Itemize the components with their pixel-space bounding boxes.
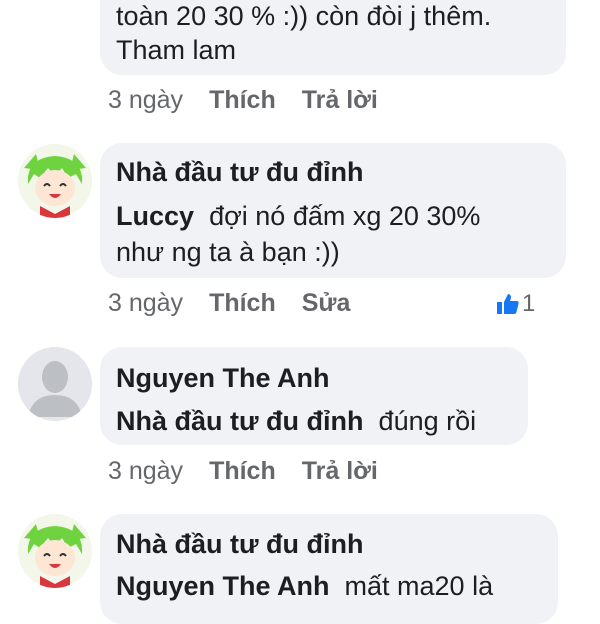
mention-tag[interactable]: Nguyen The Anh <box>116 571 330 601</box>
comment-text: Tham lam <box>116 35 237 65</box>
default-user-avatar <box>18 347 92 421</box>
anime-girl-green-hair-avatar <box>18 514 92 588</box>
comment-body: đợi nó đấm xg 20 30% <box>209 201 481 231</box>
comment-author[interactable]: Nhà đầu tư đu đỉnh <box>116 155 364 189</box>
comment-body: mất ma20 là <box>344 571 494 601</box>
comment-body: đúng rồi <box>378 406 477 436</box>
comment-meta: 3 ngày Thích Trả lời <box>108 85 378 115</box>
comment-text: như ng ta à bạn :)) <box>116 237 340 267</box>
like-count: 1 <box>522 290 536 317</box>
comment-text: Nhà đầu tư đu đỉnh đúng rồi <box>116 403 476 439</box>
comment-time: 3 ngày <box>108 86 184 114</box>
comment-author[interactable]: Nhà đầu tư đu đỉnh <box>116 527 364 561</box>
like-button[interactable]: Thích <box>209 289 276 317</box>
thumbs-up-icon <box>497 294 519 314</box>
like-button[interactable]: Thích <box>209 457 276 485</box>
reaction-count[interactable]: 1 <box>496 290 535 318</box>
reply-button[interactable]: Trả lời <box>302 457 378 485</box>
comment-author[interactable]: Nguyen The Anh <box>116 361 330 395</box>
anime-girl-green-hair-avatar <box>18 144 92 218</box>
avatar[interactable] <box>18 514 92 588</box>
like-button[interactable]: Thích <box>209 86 276 114</box>
comment-text: Nguyen The Anh mất ma20 là <box>116 568 493 604</box>
edit-button[interactable]: Sửa <box>302 289 351 317</box>
mention-tag[interactable]: Nhà đầu tư đu đỉnh <box>116 406 364 436</box>
avatar[interactable] <box>18 347 92 421</box>
comment-text: toàn 20 30 % :)) còn đòi j thêm. <box>116 1 492 31</box>
comment-time: 3 ngày <box>108 289 184 317</box>
comment-meta: 3 ngày Thích Sửa <box>108 288 350 318</box>
mention-tag[interactable]: Luccy <box>116 201 194 231</box>
comment-time: 3 ngày <box>108 457 184 485</box>
avatar[interactable] <box>18 144 92 218</box>
comment-meta: 3 ngày Thích Trả lời <box>108 456 378 486</box>
reply-button[interactable]: Trả lời <box>302 86 378 114</box>
comment-text: Luccy đợi nó đấm xg 20 30% <box>116 198 480 234</box>
